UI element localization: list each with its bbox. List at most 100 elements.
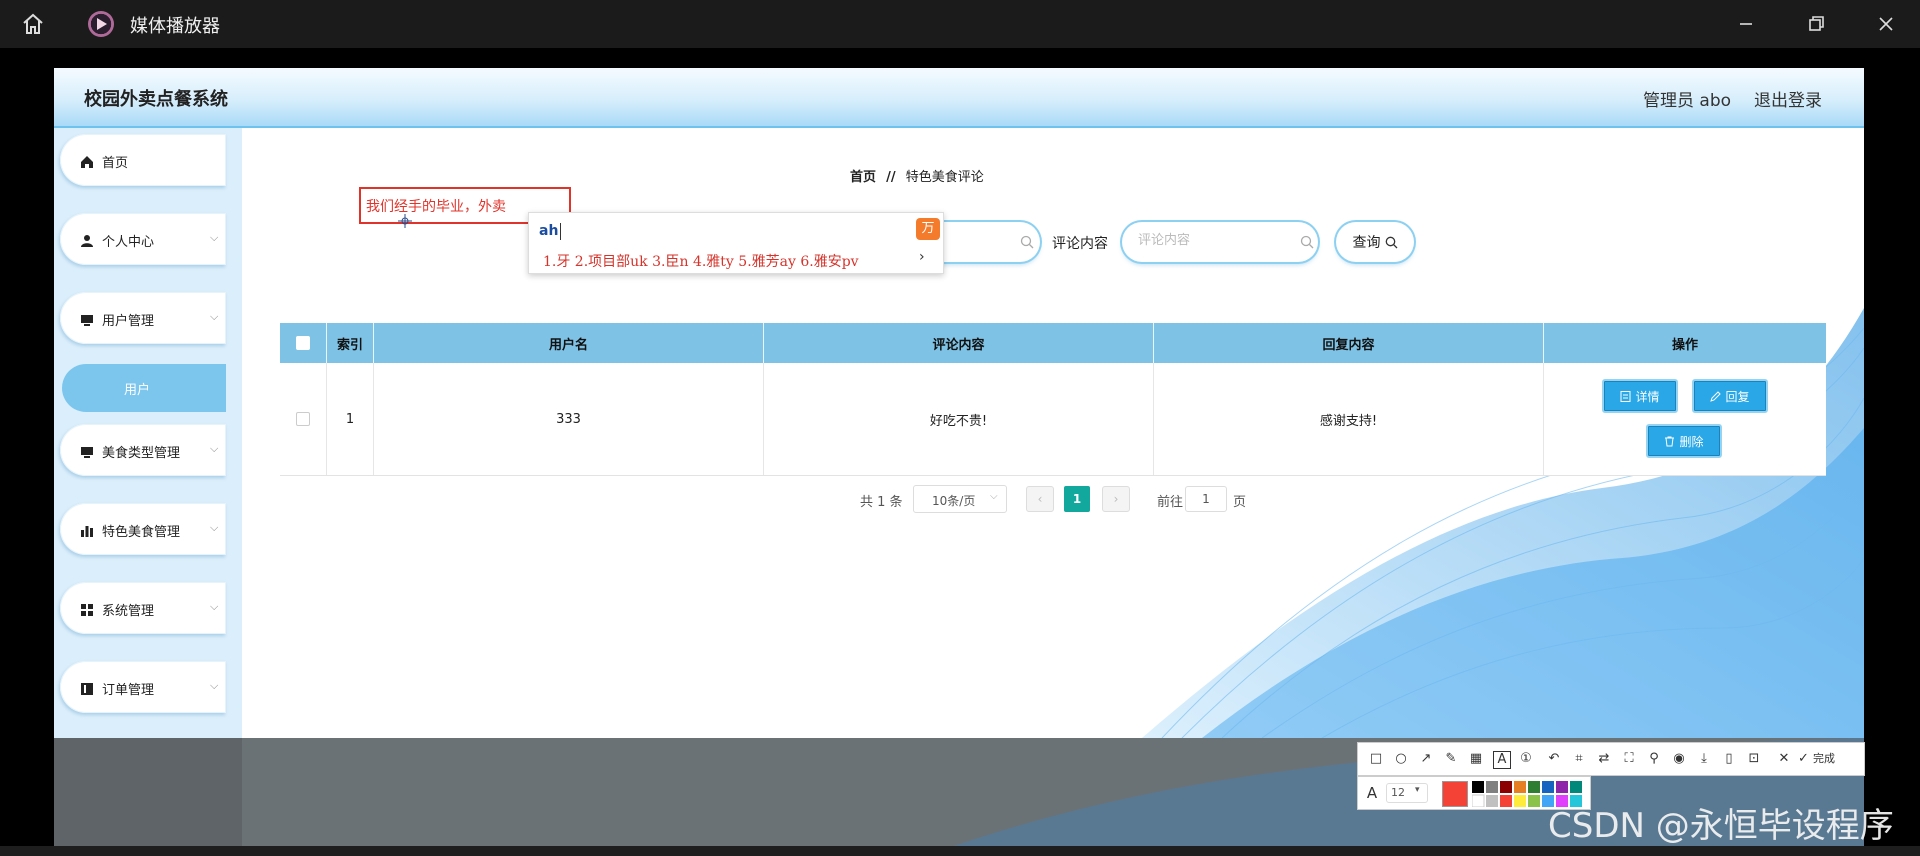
app-window: 校园外卖点餐系统 管理员 abo 退出登录 首页 个人中心 ⌵ 用户管理 ⌵ 用… [54,68,1864,738]
sidebar-item-featured-food-management[interactable]: 特色美食管理 ⌵ [60,503,226,555]
goto-page-input[interactable]: 1 [1185,486,1227,512]
scroll-capture-icon[interactable]: ⛶ [1621,751,1637,767]
sidebar-item-label: 系统管理 [102,604,155,619]
chevron-down-icon: ⌵ [210,521,219,534]
sidebar-item-user-management[interactable]: 用户管理 ⌵ [60,292,226,344]
font-size-value: 12 [1391,786,1405,799]
font-size-select[interactable]: 12 ▾ [1386,783,1428,803]
search-icon [1020,234,1034,249]
ime-candidate-window: ah 万 1.牙 2.项目部uk 3.臣n 4.雅ty 5.雅芳ay 6.雅安p… [528,212,944,274]
translate-icon[interactable]: ⇄ [1596,751,1612,767]
sidebar-item-label: 个人中心 [102,235,155,250]
monitor-icon [80,312,94,326]
reply-button[interactable]: 回复 [1692,379,1768,413]
sidebar-item-food-type-management[interactable]: 美食类型管理 ⌵ [60,424,226,476]
chevron-down-icon: ⌵ [210,310,219,323]
select-all-checkbox[interactable] [296,336,310,350]
undo-icon[interactable]: ↶ [1546,751,1562,767]
sidebar-item-label: 特色美食管理 [102,525,181,540]
comment-search-input-wrap[interactable] [1122,222,1318,262]
sidebar-item-personal-center[interactable]: 个人中心 ⌵ [60,213,226,265]
sidebar-item-label: 美食类型管理 [102,446,181,461]
system-name: 校园外卖点餐系统 [84,89,228,110]
page-size-value: 10条/页 [932,494,976,508]
page-1-button[interactable]: 1 [1064,486,1090,512]
search-icon [1300,234,1314,249]
grid-icon [80,602,94,616]
font-icon: A [1366,784,1378,802]
trash-icon [1665,436,1675,446]
bar-chart-icon [80,523,94,537]
cursor-crosshair-icon [398,213,412,228]
ime-logo-icon: 万 [916,218,940,240]
record-icon[interactable]: ◉ [1671,751,1687,767]
select-all-cell [280,323,327,363]
reply-button-label: 回复 [1725,389,1750,404]
phone-icon[interactable]: ▯ [1721,751,1737,767]
sidebar-item-order-management[interactable]: 订单管理 ⌵ [60,661,226,713]
chevron-down-icon: ⌵ [210,231,219,244]
screenshot-toolbar: □ ○ ↗ ✎ ▦ A ① ↶ ⌗ ⇄ ⛶ ⚲ ◉ ⤓ ▯ ⊡ ✕ ✓ 完成 [1357,742,1865,776]
breadcrumb-home[interactable]: 首页 [850,170,876,185]
cell-username: 333 [374,363,764,475]
number-tool-icon[interactable]: ① [1518,751,1534,767]
download-icon[interactable]: ⤓ [1696,751,1712,767]
ime-candidates[interactable]: 1.牙 2.项目部uk 3.臣n 4.雅ty 5.雅芳ay 6.雅安pv [543,251,859,271]
row-checkbox[interactable] [296,412,310,426]
home-icon[interactable] [20,11,46,37]
page-size-select[interactable]: 10条/页 ⌵ [913,485,1007,513]
rectangle-tool-icon[interactable]: □ [1368,751,1384,767]
ime-caret [560,223,561,240]
query-button-label: 查询 [1352,235,1381,251]
query-button[interactable]: 查询 [1336,222,1414,262]
chevron-down-icon: ⌵ [210,600,219,613]
ime-composition: ah [539,223,559,239]
current-color-swatch[interactable] [1442,781,1468,807]
pencil-tool-icon[interactable]: ✎ [1443,751,1459,767]
chevron-down-icon: ⌵ [210,442,219,455]
bottom-strip [0,846,1920,856]
sidebar-item-system-management[interactable]: 系统管理 ⌵ [60,582,226,634]
close-icon[interactable] [1874,12,1898,36]
pin-icon[interactable]: ⚲ [1646,751,1662,767]
edit-icon [1710,390,1722,402]
row-select-cell [280,363,327,475]
delete-button[interactable]: 删除 [1646,424,1722,458]
ellipse-tool-icon[interactable]: ○ [1393,751,1409,767]
column-header: 评论内容 [764,323,1154,363]
column-header: 用户名 [374,323,764,363]
comment-search-label: 评论内容 [1052,236,1108,252]
column-header: 索引 [327,323,374,363]
chevron-down-icon: ⌵ [990,491,998,502]
breadcrumb: 首页 // 特色美食评论 [850,166,984,185]
sidebar-subitem-user[interactable]: 用户 [62,364,226,412]
pagination-total: 共 1 条 [860,495,903,510]
done-button[interactable]: ✓ 完成 [1798,751,1858,767]
document-icon [1620,390,1631,402]
logout-link[interactable]: 退出登录 [1754,86,1822,111]
media-player-logo-icon [88,11,114,37]
admin-label: 管理员 abo [1643,91,1732,111]
mosaic-tool-icon[interactable]: ▦ [1468,751,1484,767]
breadcrumb-separator: // [886,170,896,185]
arrow-tool-icon[interactable]: ↗ [1418,751,1434,767]
column-header: 操作 [1671,337,1698,353]
comment-search-input[interactable] [1136,232,1290,249]
sidebar: 首页 个人中心 ⌵ 用户管理 ⌵ 用户 美食类型管理 ⌵ 特色美食管理 ⌵ 系统… [54,128,242,738]
ime-next-page-icon[interactable]: › [919,249,925,265]
ocr-icon[interactable]: ⌗ [1571,751,1587,767]
restore-icon[interactable] [1804,12,1828,36]
prev-page-button[interactable]: ‹ [1026,486,1054,512]
table-row: 1 333 好吃不贵! 感谢支持! 详情 回复 删除 [280,363,1826,476]
table-header: 索引 用户名 评论内容 回复内容 操作 [280,323,1826,363]
sidebar-item-home[interactable]: 首页 [60,134,226,186]
bookmark-icon[interactable]: ⊡ [1746,751,1762,767]
text-tool-icon[interactable]: A [1493,751,1511,769]
cell-reply: 感谢支持! [1154,363,1544,475]
ime-input-text: 我们经手的毕业，外卖 [366,199,506,215]
detail-button[interactable]: 详情 [1602,379,1678,413]
minimize-icon[interactable] [1734,12,1758,36]
sidebar-item-label: 用户 [123,383,150,398]
close-icon[interactable]: ✕ [1776,751,1792,767]
next-page-button[interactable]: › [1102,486,1130,512]
